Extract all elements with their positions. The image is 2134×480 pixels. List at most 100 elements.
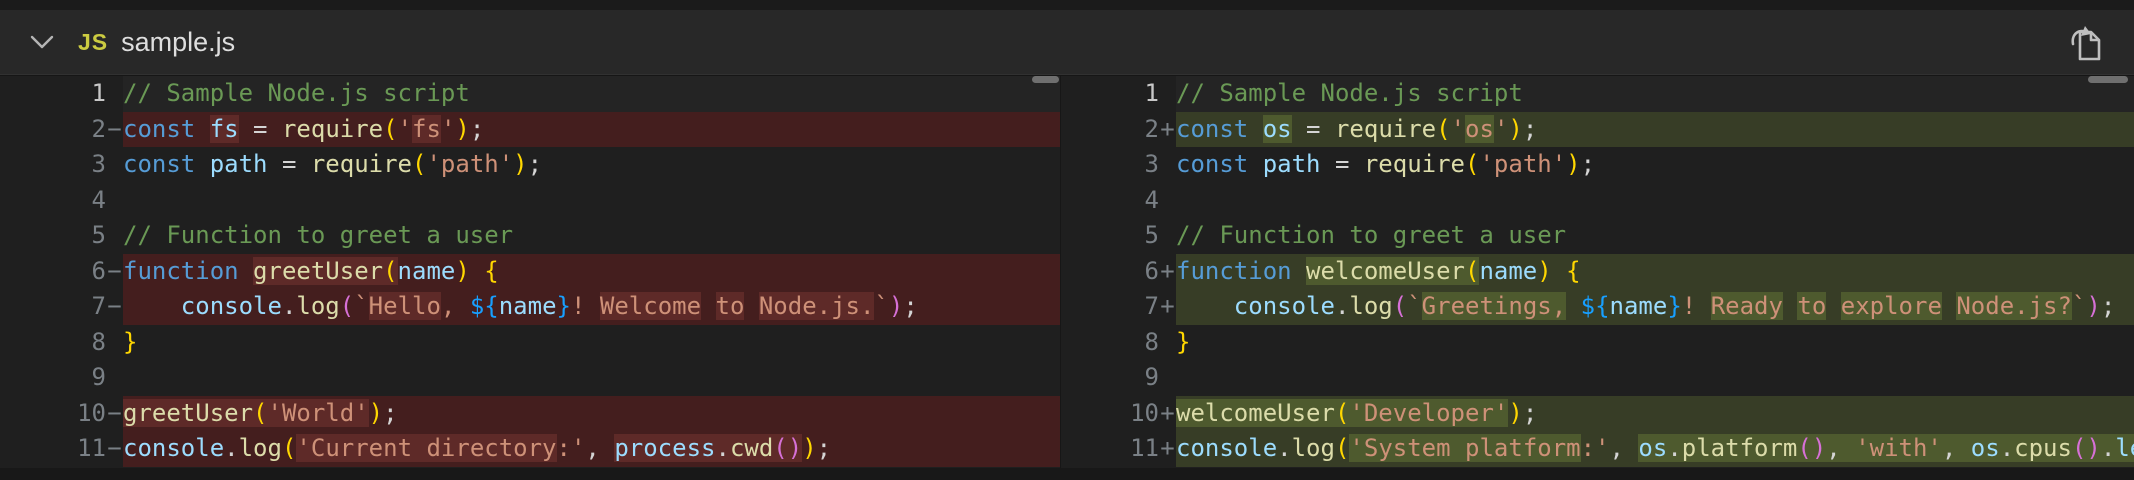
code-token: ! xyxy=(571,292,600,320)
code-token: length xyxy=(2115,434,2134,462)
diff-file-header[interactable]: JS sample.js xyxy=(0,10,2134,75)
code-line-modified-10[interactable]: 10+welcomeUser('Developer'); xyxy=(1061,396,2134,432)
line-number: 8 xyxy=(1061,325,1159,361)
code-content: const path = require('path'); xyxy=(123,147,1060,183)
code-token: 'path' xyxy=(1479,150,1566,178)
code-line-original-6[interactable]: 6−function greetUser(name) { xyxy=(0,254,1060,290)
code-token: ( xyxy=(1436,115,1450,143)
diff-sign xyxy=(1159,76,1176,112)
code-token: ) xyxy=(2086,434,2100,462)
diff-sign xyxy=(1159,147,1176,183)
code-line-original-4[interactable]: 4 xyxy=(0,183,1060,219)
diff-sign: − xyxy=(106,254,123,290)
code-token xyxy=(1248,150,1262,178)
scrollbar-thumb[interactable] xyxy=(2088,76,2128,83)
scrollbar-thumb[interactable] xyxy=(1032,76,1059,83)
code-line-original-1[interactable]: 1// Sample Node.js script xyxy=(0,76,1060,112)
code-content: } xyxy=(1176,325,2134,361)
code-token: ${ xyxy=(470,292,499,320)
modified-code-pane[interactable]: 1// Sample Node.js script2+const os = re… xyxy=(1060,76,2134,468)
code-token: fs xyxy=(210,115,239,143)
code-line-modified-4[interactable]: 4 xyxy=(1061,183,2134,219)
code-content: // Sample Node.js script xyxy=(123,76,1060,112)
code-content xyxy=(123,183,1060,219)
code-content: console.log(`Hello, ${name}! Welcome to … xyxy=(123,289,1060,325)
code-line-modified-9[interactable]: 9 xyxy=(1061,360,2134,396)
code-token: 'World' xyxy=(268,399,369,427)
code-token: ; xyxy=(528,150,542,178)
open-file-icon[interactable] xyxy=(2066,20,2106,64)
code-line-modified-8[interactable]: 8} xyxy=(1061,325,2134,361)
code-token: Ready xyxy=(1711,292,1783,320)
code-token: ) xyxy=(1508,399,1522,427)
code-token: . xyxy=(715,434,729,462)
code-line-original-3[interactable]: 3const path = require('path'); xyxy=(0,147,1060,183)
code-token xyxy=(1942,292,1956,320)
code-token: ; xyxy=(817,434,831,462)
code-line-original-9[interactable]: 9 xyxy=(0,360,1060,396)
code-line-modified-5[interactable]: 5// Function to greet a user xyxy=(1061,218,2134,254)
code-line-original-11[interactable]: 11−console.log('Current directory:', pro… xyxy=(0,431,1060,467)
line-number: 7 xyxy=(0,289,106,325)
code-token: // Function to greet a user xyxy=(123,221,513,249)
code-token: 'Current directory xyxy=(296,434,556,462)
code-line-modified-2[interactable]: 2+const os = require('os'); xyxy=(1061,112,2134,148)
code-line-original-7[interactable]: 7− console.log(`Hello, ${name}! Welcome … xyxy=(0,289,1060,325)
code-content xyxy=(1176,183,2134,219)
code-token: ) xyxy=(455,257,469,285)
code-token: Welcome xyxy=(600,292,701,320)
code-line-original-10[interactable]: 10−greetUser('World'); xyxy=(0,396,1060,432)
code-content: } xyxy=(123,325,1060,361)
code-token: const xyxy=(1176,150,1248,178)
code-token: ) xyxy=(1508,115,1522,143)
code-line-modified-6[interactable]: 6+function welcomeUser(name) { xyxy=(1061,254,2134,290)
code-token: name xyxy=(499,292,557,320)
code-token: platform xyxy=(1682,434,1798,462)
code-content: const path = require('path'); xyxy=(1176,147,2134,183)
code-token: name xyxy=(1610,292,1668,320)
line-number: 11 xyxy=(0,431,106,467)
line-number: 4 xyxy=(0,183,106,219)
code-token: ` xyxy=(874,292,888,320)
code-token: = xyxy=(239,115,282,143)
code-token: greetUser xyxy=(253,257,383,285)
diff-sign xyxy=(106,147,123,183)
code-line-modified-3[interactable]: 3 const path = require('path'); xyxy=(1061,147,2134,183)
code-token: . xyxy=(1667,434,1681,462)
code-line-modified-11[interactable]: 11+console.log('System platform:', os.pl… xyxy=(1061,431,2134,467)
line-number: 11 xyxy=(1061,431,1159,467)
code-line-modified-1[interactable]: 1// Sample Node.js script xyxy=(1061,76,2134,112)
code-token: ; xyxy=(383,399,397,427)
code-line-original-8[interactable]: 8} xyxy=(0,325,1060,361)
code-line-original-2[interactable]: 2−const fs = require('fs'); xyxy=(0,112,1060,148)
code-token: ) xyxy=(369,399,383,427)
code-line-original-5[interactable]: 5// Function to greet a user xyxy=(0,218,1060,254)
top-edge-strip xyxy=(0,0,2134,10)
code-line-modified-7[interactable]: 7+ console.log(`Greetings, ${name}! Read… xyxy=(1061,289,2134,325)
diff-sign xyxy=(106,360,123,396)
line-number: 9 xyxy=(1061,360,1159,396)
code-token: ) xyxy=(513,150,527,178)
line-number: 3 xyxy=(1061,147,1159,183)
code-token: 'with' xyxy=(1855,434,1942,462)
code-token: ( xyxy=(1335,399,1349,427)
code-content: console.log(`Greetings, ${name}! Ready t… xyxy=(1176,289,2134,325)
code-token: path xyxy=(1263,150,1321,178)
code-token: . xyxy=(1277,434,1291,462)
code-token: Hello xyxy=(369,292,441,320)
code-token xyxy=(1292,257,1306,285)
diff-sign: − xyxy=(106,112,123,148)
code-token xyxy=(1552,257,1566,285)
code-token: 'Developer' xyxy=(1349,399,1508,427)
chevron-down-icon[interactable] xyxy=(30,34,54,50)
code-token: . xyxy=(2101,434,2115,462)
code-token: :' xyxy=(1581,434,1610,462)
line-number: 10 xyxy=(0,396,106,432)
code-token xyxy=(470,257,484,285)
code-token: ${ xyxy=(1581,292,1610,320)
code-token xyxy=(123,292,181,320)
original-code-pane[interactable]: 1// Sample Node.js script2−const fs = re… xyxy=(0,76,1060,468)
code-token: ) xyxy=(1537,257,1551,285)
code-token: log xyxy=(1292,434,1335,462)
code-token: ( xyxy=(253,399,267,427)
